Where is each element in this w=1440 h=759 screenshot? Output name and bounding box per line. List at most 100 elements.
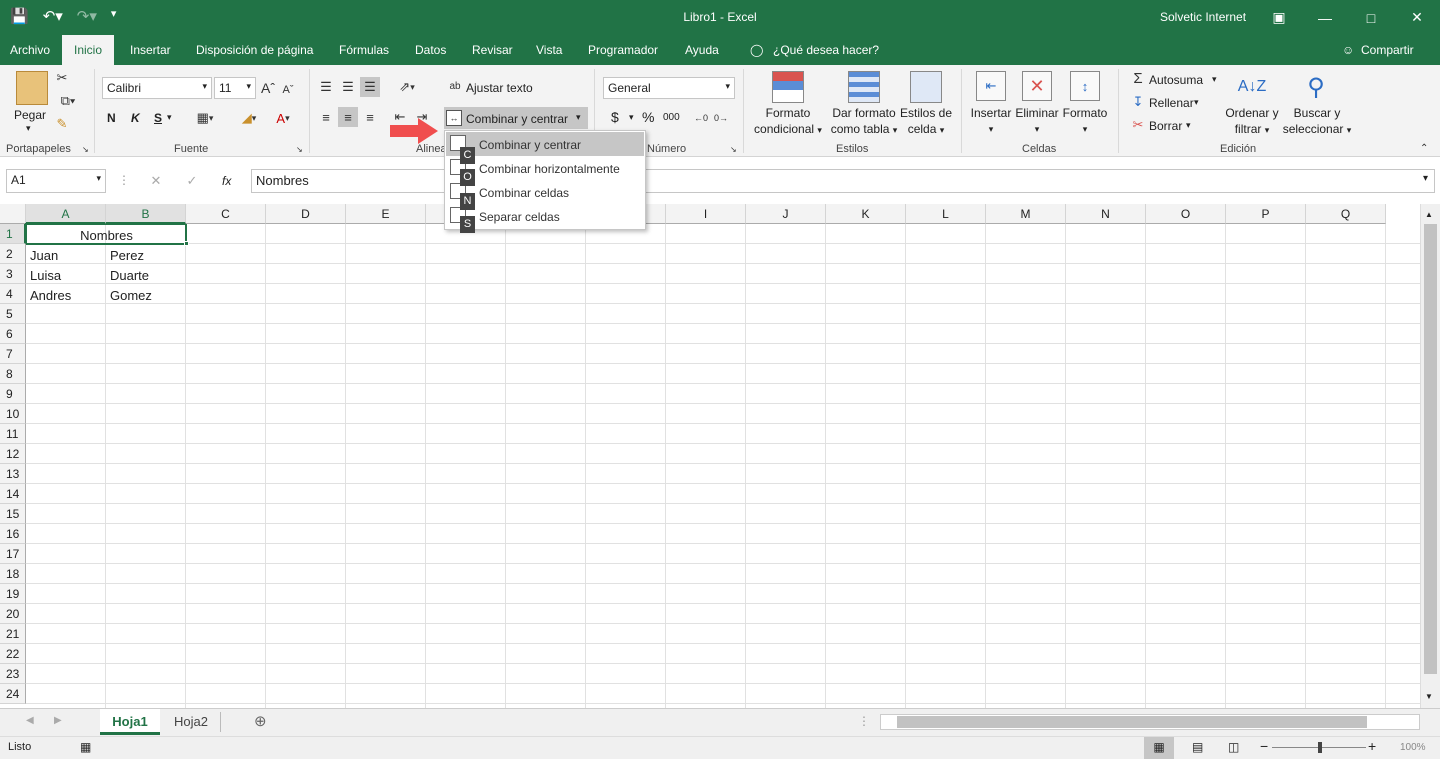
column-header-m[interactable]: M [986, 204, 1066, 224]
row-header-21[interactable]: 21 [0, 624, 26, 644]
row-header-11[interactable]: 11 [0, 424, 26, 444]
paste-dropdown-icon[interactable]: ▾ [26, 123, 31, 134]
insert-function-button[interactable]: fx [222, 174, 231, 188]
fill-dropdown-icon[interactable]: ▾ [1194, 97, 1199, 108]
zoom-in-icon[interactable]: + [1368, 738, 1376, 754]
sort-filter-button[interactable]: Ordenar y filtrar ▾ [1222, 105, 1282, 138]
autosum-icon[interactable]: Σ [1130, 70, 1146, 87]
menu-item-merge-center[interactable]: Combinar y centrar [446, 132, 644, 156]
new-sheet-icon[interactable]: ⊕ [254, 712, 267, 730]
tab-revisar[interactable]: Revisar [472, 43, 513, 57]
font-color-icon[interactable]: A ▾ [268, 109, 298, 127]
merge-dropdown-icon[interactable]: ▾ [576, 112, 581, 123]
cell-a4[interactable]: Andres [27, 285, 106, 305]
orientation-icon[interactable]: ⇗ ▾ [392, 79, 422, 95]
tab-inicio[interactable]: Inicio [62, 35, 115, 65]
row-header-18[interactable]: 18 [0, 564, 26, 584]
page-layout-icon[interactable]: ▤ [1192, 740, 1203, 754]
font-size-select[interactable]: 11 ▾ [214, 77, 256, 99]
delete-cells-icon[interactable]: ✕ [1022, 71, 1052, 101]
zoom-level[interactable]: 100% [1400, 742, 1426, 753]
column-header-k[interactable]: K [826, 204, 906, 224]
wrap-text-button[interactable]: Ajustar texto [466, 81, 533, 95]
format-as-table-icon[interactable] [848, 71, 880, 103]
clipboard-launcher-icon[interactable]: ↘ [82, 145, 89, 154]
cell-styles-button[interactable]: Estilos de celda ▾ [896, 105, 956, 138]
zoom-out-icon[interactable]: − [1260, 738, 1268, 754]
tab-disposición-de-página[interactable]: Disposición de página [196, 43, 313, 57]
column-header-c[interactable]: C [186, 204, 266, 224]
user-name[interactable]: Solvetic Internet [1160, 10, 1246, 24]
font-launcher-icon[interactable]: ↘ [296, 145, 303, 154]
sheet-tab-hoja1[interactable]: Hoja1 [100, 709, 160, 735]
row-header-16[interactable]: 16 [0, 524, 26, 544]
fill-button[interactable]: Rellenar [1149, 96, 1194, 110]
row-header-22[interactable]: 22 [0, 644, 26, 664]
thousands-button[interactable]: 000 [663, 112, 680, 123]
row-header-6[interactable]: 6 [0, 324, 26, 344]
row-header-13[interactable]: 13 [0, 464, 26, 484]
align-left-icon[interactable]: ≡ [318, 109, 334, 125]
insert-cells-button[interactable]: Insertar ▾ [966, 105, 1016, 137]
column-header-o[interactable]: O [1146, 204, 1226, 224]
column-header-q[interactable]: Q [1306, 204, 1386, 224]
number-format-select[interactable]: General ▾ [603, 77, 735, 99]
fill-icon[interactable]: ↧ [1130, 94, 1146, 110]
tab-vista[interactable]: Vista [536, 43, 562, 57]
confirm-entry-icon[interactable]: ✓ [184, 173, 200, 189]
row-header-2[interactable]: 2 [0, 244, 26, 264]
next-sheet-icon[interactable]: ▶ [54, 715, 62, 726]
tab-ayuda[interactable]: Ayuda [685, 43, 719, 57]
column-header-j[interactable]: J [746, 204, 826, 224]
align-bottom-icon[interactable]: ☰ [360, 77, 380, 97]
insert-cells-icon[interactable]: ⇤ [976, 71, 1006, 101]
cell-b4[interactable]: Gomez [107, 285, 186, 305]
ribbon-display-icon[interactable]: ▣ [1256, 0, 1302, 35]
row-header-4[interactable]: 4 [0, 284, 26, 304]
column-header-a[interactable]: A [26, 204, 106, 224]
font-name-select[interactable]: Calibri ▾ [102, 77, 212, 99]
cancel-entry-icon[interactable]: ✕ [148, 173, 164, 189]
row-header-10[interactable]: 10 [0, 404, 26, 424]
row-header-14[interactable]: 14 [0, 484, 26, 504]
tell-me-input[interactable]: ¿Qué desea hacer? [773, 43, 879, 57]
paste-button[interactable]: Pegar [14, 108, 46, 122]
cell-styles-icon[interactable] [910, 71, 942, 103]
select-all-corner[interactable] [0, 204, 26, 224]
borders-icon[interactable]: ▦ ▾ [190, 109, 220, 127]
column-header-e[interactable]: E [346, 204, 426, 224]
menu-item-merge-across[interactable]: Combinar horizontalmente [446, 156, 644, 180]
horizontal-scroll-thumb[interactable] [897, 716, 1367, 728]
share-button[interactable]: Compartir [1361, 43, 1414, 57]
row-header-12[interactable]: 12 [0, 444, 26, 464]
paste-icon[interactable] [16, 71, 48, 105]
delete-cells-button[interactable]: Eliminar ▾ [1012, 105, 1062, 137]
prev-sheet-icon[interactable]: ◀ [26, 715, 34, 726]
underline-button[interactable]: S [154, 111, 162, 125]
formula-input[interactable]: Nombres ▾ [251, 169, 1435, 193]
align-middle-icon[interactable]: ☰ [340, 79, 356, 95]
copy-icon[interactable]: ⧉▾ [54, 93, 82, 109]
format-cells-icon[interactable]: ↕ [1070, 71, 1100, 101]
share-icon[interactable]: ☺ [1342, 43, 1354, 57]
sheet-tab-hoja2[interactable]: Hoja2 [174, 714, 208, 729]
increase-font-icon[interactable]: Aˆ [260, 79, 276, 97]
row-header-24[interactable]: 24 [0, 684, 26, 704]
row-header-19[interactable]: 19 [0, 584, 26, 604]
row-header-17[interactable]: 17 [0, 544, 26, 564]
row-header-5[interactable]: 5 [0, 304, 26, 324]
format-as-table-button[interactable]: Dar formato como tabla ▾ [826, 105, 902, 138]
zoom-slider-thumb[interactable] [1318, 742, 1322, 753]
page-break-icon[interactable]: ◫ [1228, 740, 1239, 754]
tab-datos[interactable]: Datos [415, 43, 446, 57]
clear-button[interactable]: Borrar [1149, 119, 1182, 133]
sort-filter-icon[interactable]: A↓Z [1236, 71, 1268, 103]
name-box[interactable]: A1 ▾ [6, 169, 106, 193]
decrease-decimal-icon[interactable]: 0→ [712, 109, 730, 127]
align-right-icon[interactable]: ≡ [362, 109, 378, 125]
cut-icon[interactable]: ✂ [54, 70, 70, 86]
collapse-ribbon-icon[interactable]: ⌃ [1420, 143, 1428, 154]
autosum-dropdown-icon[interactable]: ▾ [1212, 74, 1217, 85]
row-header-15[interactable]: 15 [0, 504, 26, 524]
minimize-icon[interactable]: — [1302, 0, 1348, 35]
